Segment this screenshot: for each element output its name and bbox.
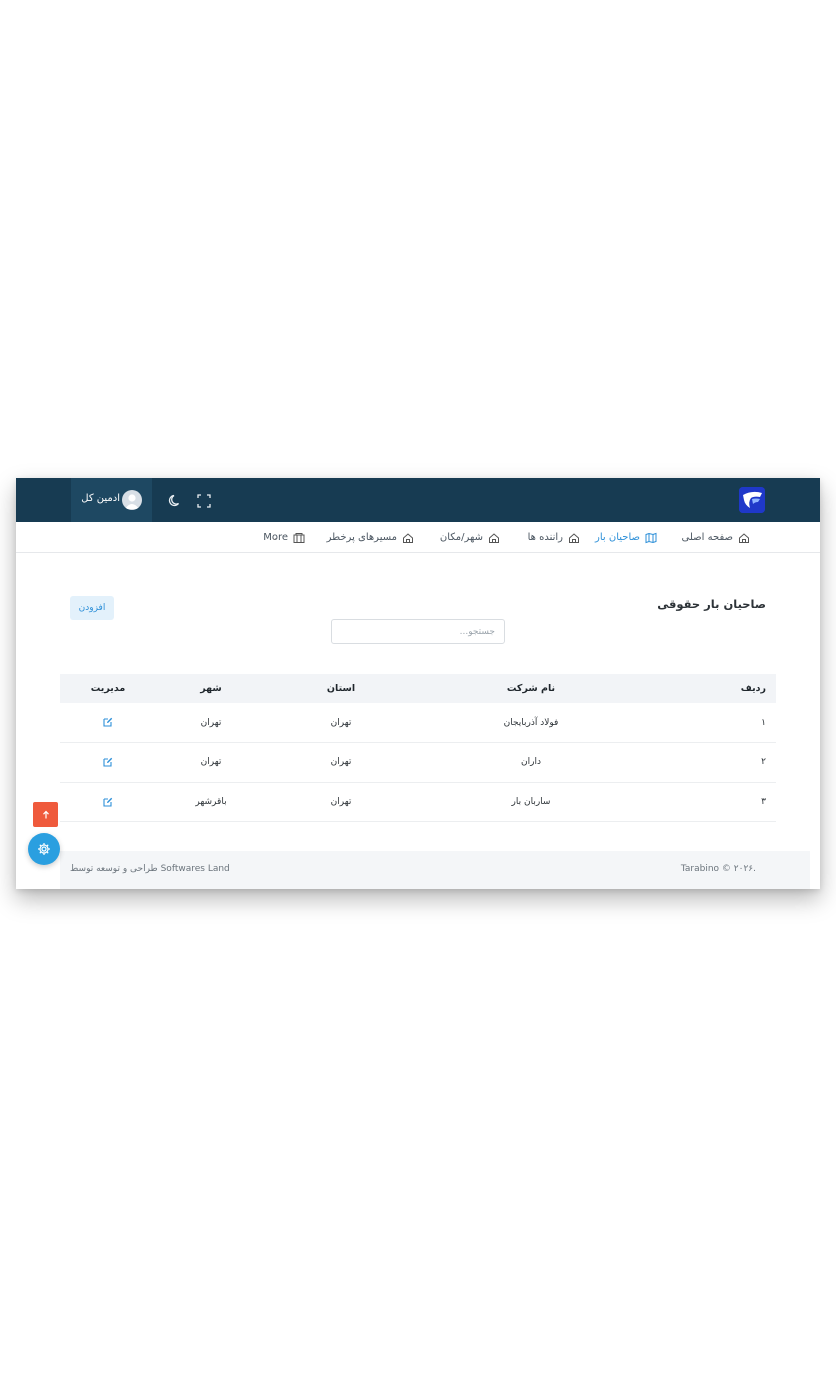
home-icon	[569, 532, 579, 543]
cell-index: ۱	[761, 717, 766, 728]
edit-icon[interactable]	[103, 717, 113, 727]
app-logo[interactable]	[739, 487, 765, 513]
fullscreen-icon[interactable]	[197, 493, 211, 508]
table-row: ۲ داران تهران تهران	[60, 743, 776, 783]
moon-icon[interactable]	[168, 493, 182, 507]
data-table: ردیف نام شرکت استان شهر مدیریت ۱ فولاد آ…	[60, 674, 776, 822]
table-header-row: ردیف نام شرکت استان شهر مدیریت	[60, 674, 776, 703]
cell-city: تهران	[200, 757, 222, 768]
column-header[interactable]: استان	[266, 674, 416, 703]
menu-item-more[interactable]: More	[263, 522, 305, 553]
menu-item-cargo-owners[interactable]: صاحیان بار	[595, 522, 657, 553]
cell-company: ساربان بار	[511, 796, 551, 807]
page-title: صاحیان بار حقوقی	[657, 597, 766, 611]
avatar	[122, 490, 142, 510]
cell-index: ۳	[761, 796, 766, 807]
top-navbar: ادمین کل	[16, 478, 820, 522]
menu-item-risky-routes[interactable]: مسیرهای پرخطر	[327, 522, 414, 553]
arrow-up-icon	[42, 810, 49, 818]
footer-credit: طراحی و توسعه توسط Softwares Land	[70, 864, 230, 874]
home-icon	[403, 532, 413, 543]
column-header[interactable]: نام شرکت	[416, 674, 646, 703]
cell-company: فولاد آذربایجان	[503, 717, 559, 728]
cell-province: تهران	[330, 757, 352, 768]
menu-item-label: راننده ها	[527, 532, 563, 543]
cell-company: داران	[521, 757, 541, 768]
footer-copyright: Tarabino © ۲۰۲۶.	[680, 864, 756, 874]
cell-index: ۲	[761, 757, 766, 768]
edit-icon[interactable]	[103, 757, 113, 767]
map-icon	[645, 532, 657, 543]
gear-icon	[38, 843, 50, 855]
menu-item-label: صاحیان بار	[595, 532, 640, 543]
table-row: ۱ فولاد آذربایجان تهران تهران	[60, 703, 776, 743]
columns-icon	[293, 532, 305, 543]
cell-actions	[60, 743, 156, 783]
chevron-down-icon[interactable]: ⌄	[271, 522, 278, 553]
search-input[interactable]	[331, 619, 505, 644]
home-icon	[739, 532, 749, 543]
column-header[interactable]: شهر	[156, 674, 266, 703]
horizontal-menu: صفحه اصلی صاحیان بار راننده ها شهر/مکان …	[16, 522, 820, 553]
settings-button[interactable]	[28, 833, 60, 865]
cell-actions	[60, 703, 156, 743]
cell-province: تهران	[330, 796, 352, 807]
scroll-to-top-button[interactable]	[33, 802, 58, 827]
home-icon	[489, 532, 499, 543]
user-icon	[125, 494, 139, 509]
menu-item-drivers[interactable]: راننده ها	[528, 522, 580, 553]
cell-city: باقرشهر	[195, 796, 227, 807]
logo-icon	[739, 487, 765, 513]
menu-item-label: صفحه اصلی	[681, 532, 733, 543]
app-window: ادمین کل صفحه اصلی صاحیان بار راننده ها …	[16, 478, 820, 889]
cell-city: تهران	[200, 717, 222, 728]
footer: Tarabino © ۲۰۲۶. طراحی و توسعه توسط Soft…	[60, 851, 810, 889]
column-header: مدیریت	[90, 683, 126, 694]
cell-actions	[60, 782, 156, 822]
menu-item-label: شهر/مکان	[439, 532, 483, 543]
menu-item-home[interactable]: صفحه اصلی	[682, 522, 750, 553]
user-menu[interactable]: ادمین کل	[71, 478, 152, 522]
column-header[interactable]: ردیف	[646, 674, 776, 703]
user-name: ادمین کل	[81, 493, 120, 504]
menu-item-label: مسیرهای پرخطر	[326, 532, 397, 543]
table-row: ۳ ساربان بار تهران باقرشهر	[60, 782, 776, 822]
edit-icon[interactable]	[103, 797, 113, 807]
cell-province: تهران	[330, 717, 352, 728]
menu-item-cities[interactable]: شهر/مکان	[440, 522, 500, 553]
add-button[interactable]: افزودن	[70, 596, 114, 620]
